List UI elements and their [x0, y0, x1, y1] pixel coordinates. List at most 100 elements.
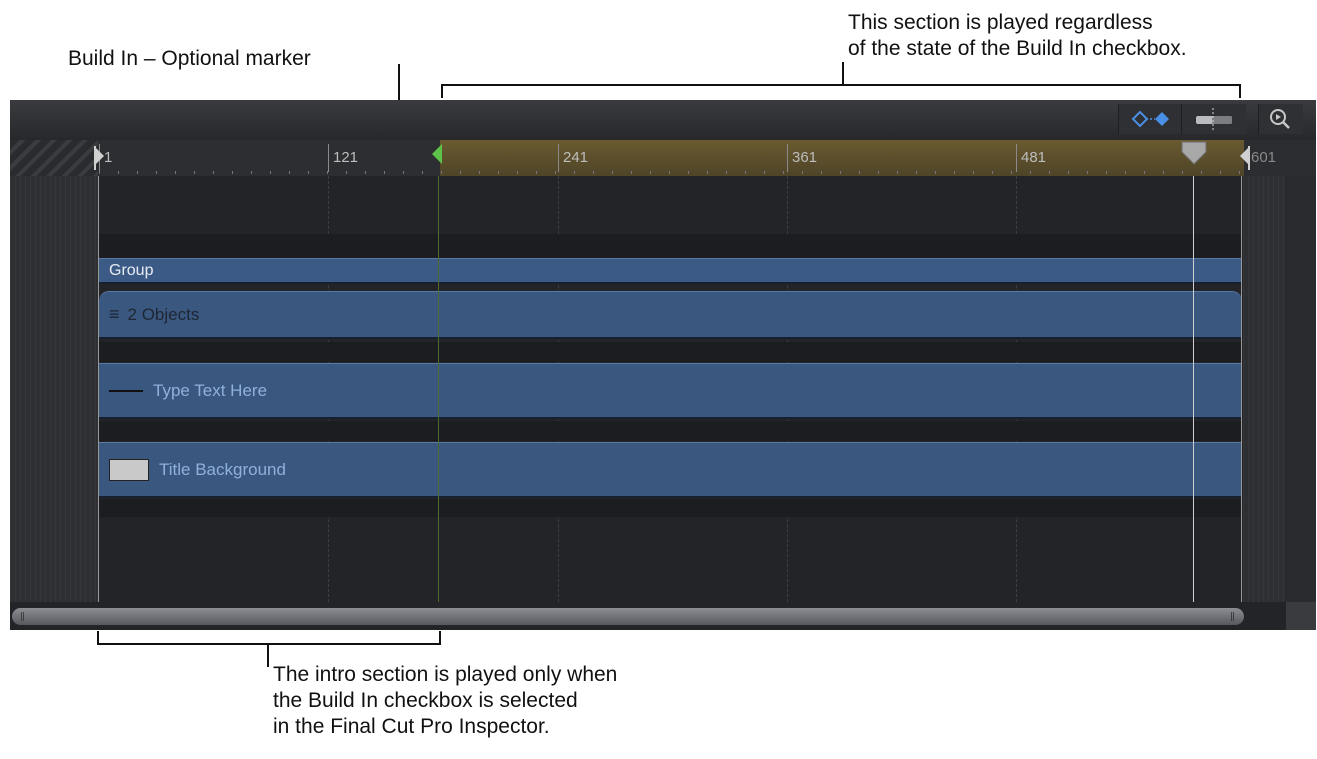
- snapping-button[interactable]: [1181, 104, 1246, 134]
- intro-bracket-line: [97, 643, 441, 645]
- zoom-button[interactable]: [1258, 104, 1303, 134]
- play-range-in-marker[interactable]: [94, 146, 106, 170]
- horizontal-scrollbar[interactable]: || ||: [12, 608, 1244, 625]
- track-separator: [99, 342, 1242, 362]
- ruler-minor-tick: [517, 171, 518, 174]
- ruler-minor-tick: [821, 171, 822, 174]
- scrollbar-left-grip[interactable]: ||: [20, 612, 25, 622]
- ruler-minor-tick: [403, 171, 404, 174]
- background-layer-track[interactable]: Title Background: [99, 442, 1242, 498]
- track-separator: [99, 499, 1242, 517]
- ruler-minor-tick: [1239, 171, 1240, 174]
- outro-bracket-left: [441, 84, 443, 98]
- ruler-minor-tick: [650, 171, 651, 174]
- ruler-minor-tick: [954, 171, 955, 174]
- ruler-minor-tick: [935, 171, 936, 174]
- ruler-minor-tick: [745, 171, 746, 174]
- ruler-minor-tick: [1144, 171, 1145, 174]
- ruler-minor-tick: [422, 171, 423, 174]
- ruler-minor-tick: [251, 171, 252, 174]
- list-icon: ≡: [109, 304, 120, 324]
- ruler-minor-tick: [593, 171, 594, 174]
- ruler-minor-tick: [973, 171, 974, 174]
- ruler-minor-tick: [1049, 171, 1050, 174]
- ruler-minor-tick: [99, 171, 100, 174]
- ruler-minor-tick: [1068, 171, 1069, 174]
- intro-bracket-pointer: [267, 643, 269, 667]
- ruler-tick: [328, 144, 329, 172]
- ruler-minor-tick: [232, 171, 233, 174]
- ruler-minor-tick: [213, 171, 214, 174]
- track-separator: [99, 421, 1242, 441]
- ruler-minor-tick: [1030, 171, 1031, 174]
- ruler-minor-tick: [878, 171, 879, 174]
- snapping-icon: [1196, 108, 1232, 132]
- track-area: Group ≡ 2 Objects Type Text Here Title B…: [10, 176, 1316, 602]
- ruler-tick-label: 121: [333, 149, 359, 166]
- objects-track-label: 2 Objects: [127, 304, 200, 324]
- ruler-minor-tick: [327, 171, 328, 174]
- ruler-minor-tick: [384, 171, 385, 174]
- intro-section-annotation: The intro section is played only when th…: [273, 663, 618, 738]
- background-layer-label: Title Background: [159, 459, 286, 479]
- outro-section-highlight: [440, 140, 1244, 176]
- keyframe-nav-button[interactable]: [1118, 104, 1181, 134]
- ruler-tick-label: 481: [1021, 149, 1047, 166]
- group-track-label: Group: [109, 262, 154, 279]
- timeline-ruler-row: 1 121 241 361 481 601: [10, 140, 1316, 176]
- ruler-minor-tick: [308, 171, 309, 174]
- play-range-out-line: [1241, 176, 1242, 602]
- ruler-minor-tick: [688, 171, 689, 174]
- group-track[interactable]: Group: [99, 258, 1242, 284]
- ruler-minor-tick: [612, 171, 613, 174]
- text-layer-icon: [109, 389, 143, 392]
- ruler-minor-tick: [840, 171, 841, 174]
- timeline-toolbar: [10, 100, 1316, 141]
- ruler-minor-tick: [574, 171, 575, 174]
- ruler-tick: [1016, 144, 1017, 172]
- ruler-minor-tick: [346, 171, 347, 174]
- zoom-icon: [1270, 109, 1290, 129]
- build-in-marker[interactable]: [430, 142, 444, 170]
- build-in-marker-annotation: Build In – Optional marker: [68, 47, 311, 70]
- play-range-out-marker[interactable]: [1238, 146, 1250, 170]
- scrollbar-right-grip[interactable]: ||: [1230, 612, 1235, 622]
- ruler-minor-tick: [992, 171, 993, 174]
- ruler-minor-tick: [1087, 171, 1088, 174]
- ruler-minor-tick: [156, 171, 157, 174]
- ruler-tick-label: 601: [1251, 149, 1277, 166]
- intro-bracket-right: [439, 631, 441, 645]
- ruler-tick: [787, 144, 788, 172]
- ruler-minor-tick: [1220, 171, 1221, 174]
- keyframe-nav-icon: [1131, 110, 1169, 128]
- scroll-corner: [1286, 602, 1316, 630]
- ruler-minor-tick: [137, 171, 138, 174]
- text-layer-track[interactable]: Type Text Here: [99, 363, 1242, 419]
- ruler-minor-tick: [859, 171, 860, 174]
- play-range-in-line: [98, 176, 99, 602]
- ruler-tick-label: 361: [792, 149, 818, 166]
- post-end-region: [1243, 176, 1285, 602]
- ruler-minor-tick: [498, 171, 499, 174]
- text-layer-label: Type Text Here: [153, 380, 268, 400]
- ruler-minor-tick: [707, 171, 708, 174]
- track-area-right-edge: [1285, 176, 1316, 602]
- ruler-minor-tick: [270, 171, 271, 174]
- playhead[interactable]: [1180, 140, 1208, 166]
- ruler-minor-tick: [365, 171, 366, 174]
- outro-bracket-pointer: [842, 62, 844, 86]
- timeline-ruler[interactable]: 1 121 241 361 481 601: [98, 140, 1276, 176]
- ruler-minor-tick: [1106, 171, 1107, 174]
- pre-start-region: [10, 176, 98, 602]
- outro-bracket-line: [441, 84, 1241, 86]
- timeline-panel: 1 121 241 361 481 601 Group ≡ 2 Objects …: [10, 100, 1316, 630]
- objects-track[interactable]: ≡ 2 Objects: [99, 291, 1242, 339]
- image-thumbnail-icon: [109, 458, 149, 481]
- ruler-tick-label: 241: [563, 149, 589, 166]
- intro-bracket-left: [97, 631, 99, 645]
- ruler-minor-tick: [460, 171, 461, 174]
- ruler-minor-tick: [802, 171, 803, 174]
- ruler-minor-tick: [175, 171, 176, 174]
- ruler-minor-tick: [631, 171, 632, 174]
- ruler-minor-tick: [194, 171, 195, 174]
